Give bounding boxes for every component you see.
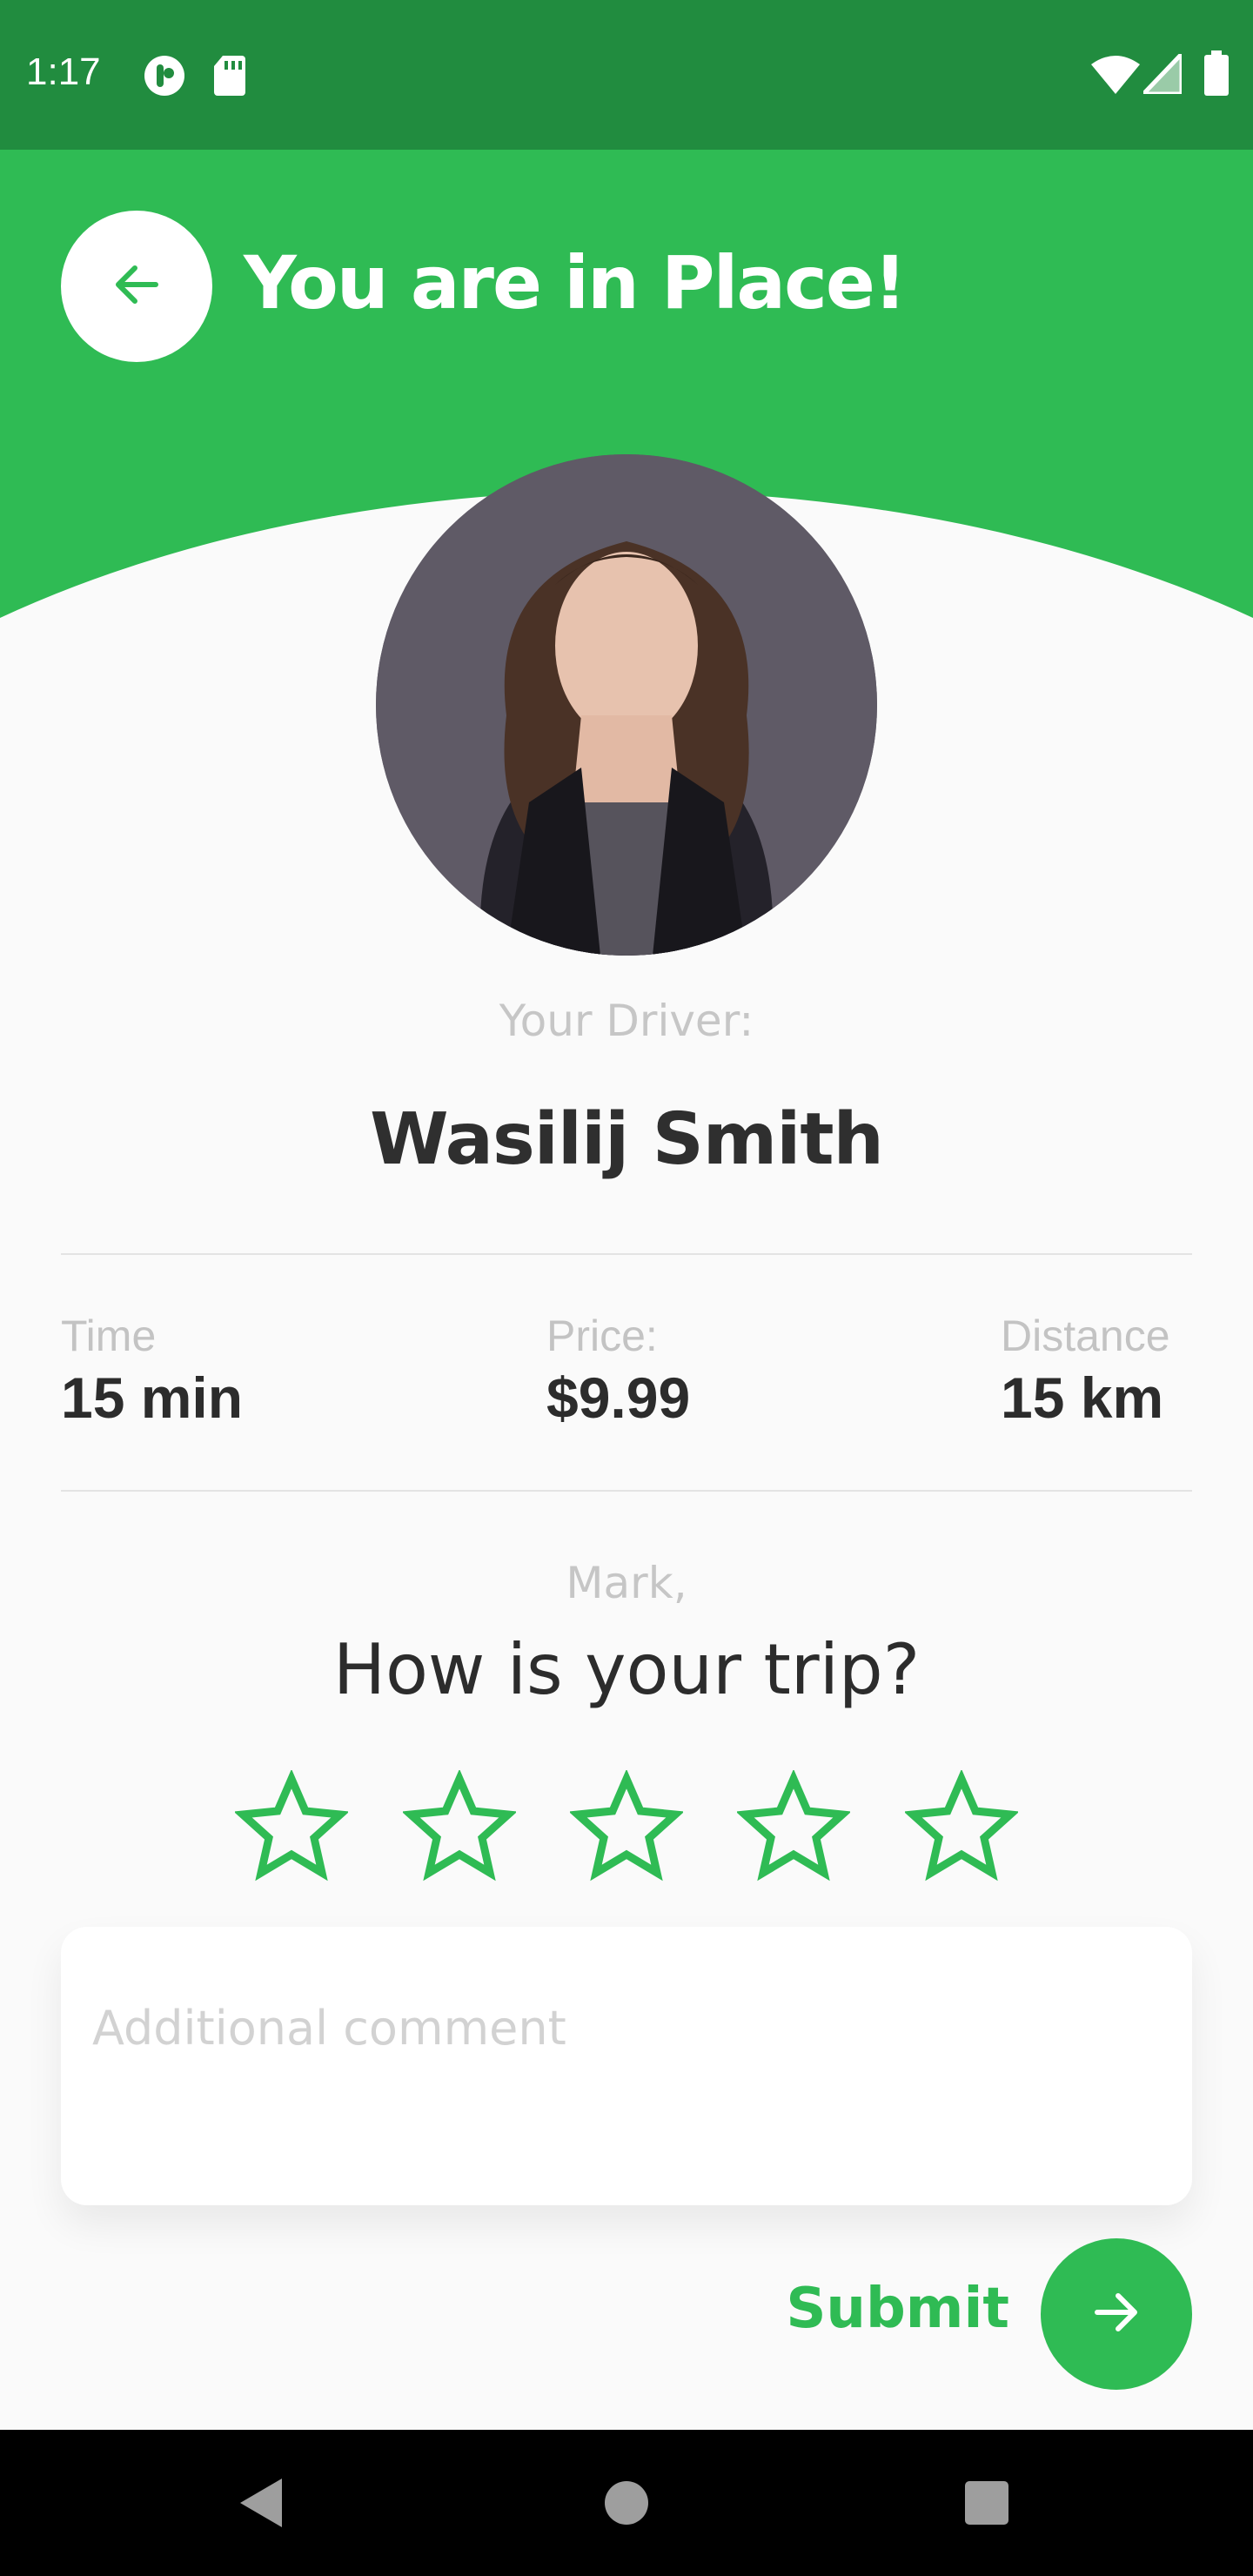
status-time: 1:17	[26, 50, 101, 93]
back-button[interactable]	[61, 211, 212, 362]
star-icon[interactable]	[568, 1768, 685, 1883]
star-icon[interactable]	[233, 1768, 350, 1883]
stat-price-label: Price:	[546, 1311, 658, 1360]
battery-icon	[1204, 50, 1229, 99]
comment-card	[61, 1927, 1192, 2205]
driver-label: Your Driver:	[499, 996, 754, 1046]
wifi-icon	[1091, 56, 1140, 97]
stat-price-value: $9.99	[546, 1365, 691, 1430]
navigation-bar	[0, 2430, 1253, 2576]
driver-name: Wasilij Smith	[370, 1098, 884, 1181]
signal-icon	[1138, 48, 1184, 97]
submit-label[interactable]: Submit	[786, 2277, 1009, 2341]
divider	[61, 1253, 1192, 1255]
page-title: You are in Place!	[244, 240, 907, 325]
nav-back-icon[interactable]	[237, 2475, 285, 2534]
stat-distance: Distance 15 km	[1001, 1311, 1170, 1431]
arrow-right-icon	[1089, 2284, 1144, 2344]
stat-price: Price: $9.99	[546, 1311, 690, 1431]
driver-avatar	[376, 454, 877, 956]
nav-home-icon[interactable]	[604, 2480, 649, 2529]
comment-input[interactable]	[92, 1993, 1154, 2063]
submit-button[interactable]	[1041, 2238, 1192, 2390]
stat-distance-label: Distance	[1001, 1311, 1170, 1360]
stat-distance-value: 15 km	[1001, 1365, 1164, 1430]
divider	[61, 1490, 1192, 1492]
stat-time-value: 15 min	[61, 1365, 244, 1430]
star-rating	[0, 1768, 1253, 1883]
sd-card-icon	[212, 54, 247, 99]
arrow-left-icon	[109, 257, 164, 316]
star-icon[interactable]	[903, 1768, 1020, 1883]
nav-recents-icon[interactable]	[964, 2480, 1009, 2529]
stat-time: Time 15 min	[61, 1311, 243, 1431]
rating-greeting: Mark,	[566, 1558, 687, 1608]
star-icon[interactable]	[735, 1768, 852, 1883]
status-bar: 1:17	[0, 0, 1253, 150]
rating-question: How is your trip?	[332, 1629, 921, 1710]
notification-app-icon	[143, 54, 186, 101]
star-icon[interactable]	[401, 1768, 518, 1883]
stat-time-label: Time	[61, 1311, 157, 1360]
